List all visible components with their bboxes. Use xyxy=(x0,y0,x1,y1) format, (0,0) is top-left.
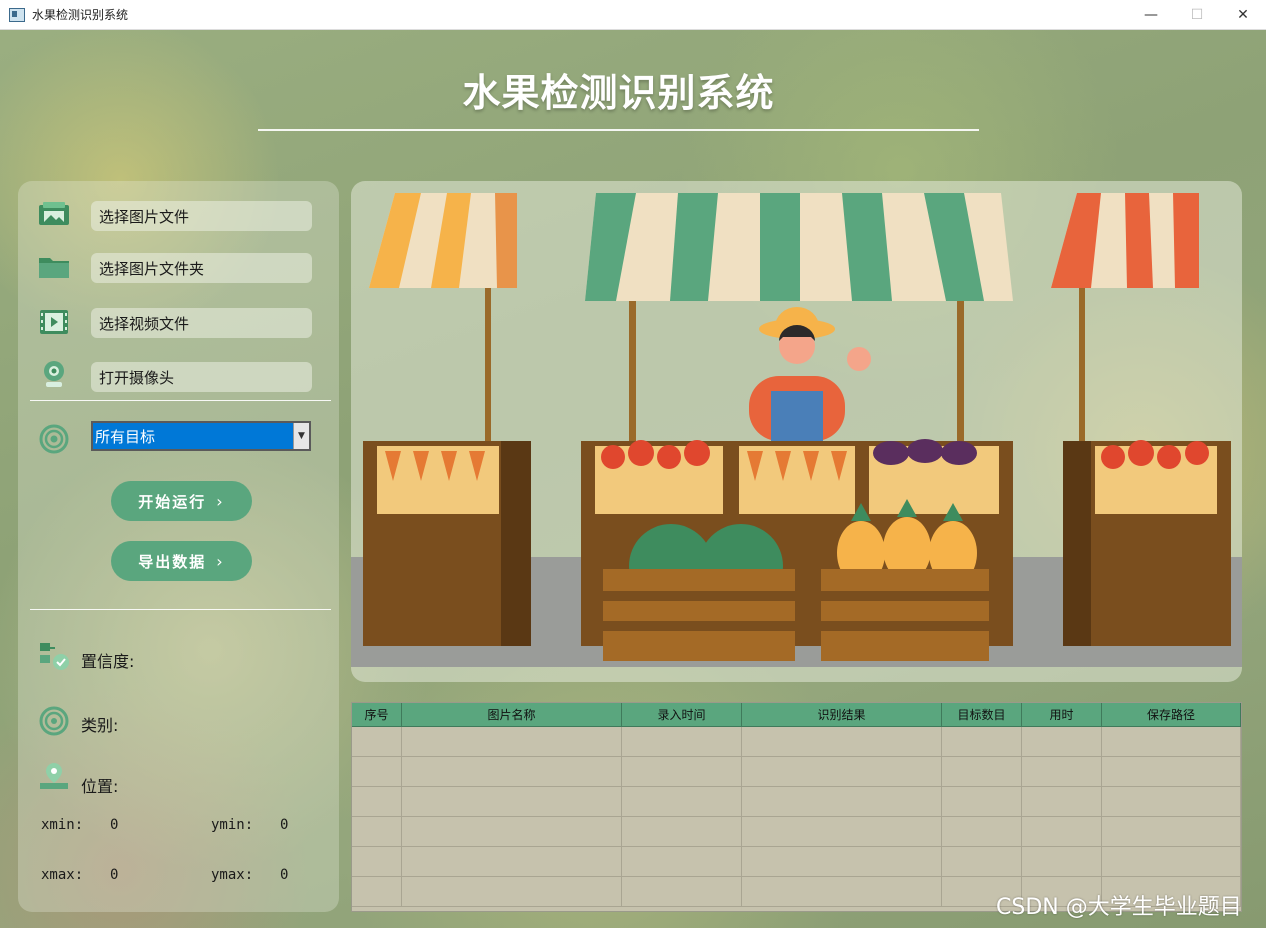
camera-icon xyxy=(38,359,70,389)
sidebar-divider xyxy=(30,609,331,610)
export-button-label: 导出数据 xyxy=(138,552,207,571)
title-divider xyxy=(258,129,979,131)
xmax-label: xmax: xyxy=(41,867,84,883)
image-display-panel xyxy=(351,181,1242,682)
video-file-icon xyxy=(38,307,70,337)
select-video-file-button[interactable]: 选择视频文件 xyxy=(91,308,312,338)
table-row[interactable] xyxy=(352,817,1241,847)
folder-icon xyxy=(38,252,70,282)
market-stall-illustration xyxy=(351,193,1242,667)
target-select[interactable]: 所有目标 ▼ xyxy=(91,421,311,451)
ymax-label: ymax: xyxy=(211,867,254,883)
select-image-file-button[interactable]: 选择图片文件 xyxy=(91,201,312,231)
target-select-value: 所有目标 xyxy=(95,427,156,446)
window-title: 水果检测识别系统 xyxy=(32,8,129,22)
sidebar-row-camera xyxy=(38,359,70,389)
class-label: 类别: xyxy=(81,716,119,735)
column-header-entry-time[interactable]: 录入时间 xyxy=(622,703,742,727)
table-row[interactable] xyxy=(352,757,1241,787)
confidence-label: 置信度: xyxy=(81,652,135,671)
table-row[interactable] xyxy=(352,847,1241,877)
image-file-icon xyxy=(38,199,70,229)
confidence-icon xyxy=(38,641,70,671)
maximize-button[interactable]: ☐ xyxy=(1174,0,1220,30)
chevron-right-icon: › xyxy=(216,491,225,511)
close-button[interactable]: ✕ xyxy=(1220,0,1266,30)
window-controls: — ☐ ✕ xyxy=(1128,0,1266,30)
chevron-right-icon: › xyxy=(216,551,225,571)
sidebar-row-video-file xyxy=(38,307,70,337)
minimize-button[interactable]: — xyxy=(1128,0,1174,30)
ymin-value: 0 xyxy=(280,817,289,833)
control-panel: 选择图片文件 选择图片文件夹 选择视频文件 打开摄像头 所有目标 ▼ 开始运行 … xyxy=(18,181,339,912)
export-button[interactable]: 导出数据 › xyxy=(111,541,252,581)
column-header-save-path[interactable]: 保存路径 xyxy=(1102,703,1241,727)
page-title: 水果检测识别系统 xyxy=(462,71,775,115)
open-camera-button[interactable]: 打开摄像头 xyxy=(91,362,312,392)
start-button-label: 开始运行 xyxy=(138,492,207,511)
column-header-index[interactable]: 序号 xyxy=(352,703,402,727)
sidebar-divider xyxy=(30,400,331,401)
column-header-image-name[interactable]: 图片名称 xyxy=(402,703,622,727)
app-icon xyxy=(9,7,25,22)
chevron-down-icon[interactable]: ▼ xyxy=(293,423,309,449)
location-pin-icon xyxy=(38,761,70,791)
class-icon xyxy=(38,706,70,736)
ymax-value: 0 xyxy=(280,867,289,883)
table-header: 序号 图片名称 录入时间 识别结果 目标数目 用时 保存路径 xyxy=(352,703,1241,727)
watermark: CSDN @大学生毕业题目 xyxy=(996,895,1242,920)
window-titlebar: 水果检测识别系统 — ☐ ✕ xyxy=(0,0,1266,30)
xmin-value: 0 xyxy=(110,817,119,833)
ymin-label: ymin: xyxy=(211,817,254,833)
column-header-duration[interactable]: 用时 xyxy=(1022,703,1102,727)
column-header-result[interactable]: 识别结果 xyxy=(742,703,942,727)
sidebar-row-image-folder xyxy=(38,252,70,282)
xmax-value: 0 xyxy=(110,867,119,883)
table-row[interactable] xyxy=(352,787,1241,817)
select-image-folder-button[interactable]: 选择图片文件夹 xyxy=(91,253,312,283)
xmin-label: xmin: xyxy=(41,817,84,833)
sidebar-row-image-file xyxy=(38,199,70,229)
results-table: 序号 图片名称 录入时间 识别结果 目标数目 用时 保存路径 xyxy=(351,702,1242,912)
position-label: 位置: xyxy=(81,777,119,796)
table-body xyxy=(352,727,1241,907)
start-button[interactable]: 开始运行 › xyxy=(111,481,252,521)
target-icon xyxy=(38,424,70,454)
column-header-target-count[interactable]: 目标数目 xyxy=(942,703,1022,727)
table-row[interactable] xyxy=(352,727,1241,757)
